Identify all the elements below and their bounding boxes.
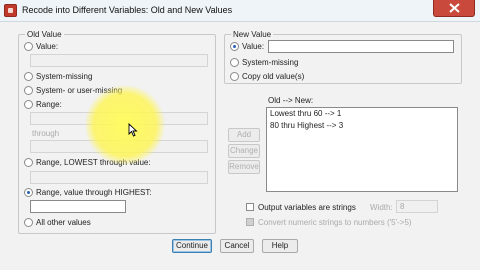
remove-button[interactable]: Remove — [228, 160, 260, 174]
title-bar: Recode into Different Variables: Old and… — [0, 0, 480, 22]
window-title: Recode into Different Variables: Old and… — [22, 5, 233, 15]
spss-app-icon — [4, 4, 17, 17]
copy-old-value-radio[interactable] — [230, 72, 239, 81]
new-value-legend: New Value — [231, 30, 274, 39]
new-system-missing-radio[interactable] — [230, 58, 239, 67]
old-new-list-label: Old --> New: — [268, 96, 314, 105]
output-strings-option[interactable]: Output variables are strings — [246, 202, 356, 213]
width-value: 8 — [400, 202, 405, 211]
output-strings-checkbox[interactable] — [246, 203, 254, 211]
close-button[interactable] — [433, 0, 475, 17]
range-lowest-input[interactable] — [30, 171, 208, 184]
copy-old-value-option[interactable]: Copy old value(s) — [230, 71, 304, 82]
help-button[interactable]: Help — [262, 239, 298, 253]
range-highest-input[interactable] — [30, 200, 126, 213]
cancel-button[interactable]: Cancel — [220, 239, 254, 253]
old-value-legend: Old Value — [25, 30, 64, 39]
new-system-missing-option[interactable]: System-missing — [230, 57, 298, 68]
old-system-user-missing-radio[interactable] — [24, 86, 33, 95]
mouse-pointer-icon — [128, 123, 138, 137]
old-all-other-option[interactable]: All other values — [24, 217, 91, 228]
new-value-radio[interactable] — [230, 42, 239, 51]
old-new-list[interactable]: Lowest thru 60 --> 1 80 thru Highest -->… — [266, 107, 458, 192]
list-item[interactable]: 80 thru Highest --> 3 — [267, 120, 457, 132]
old-value-option[interactable]: Value: — [24, 41, 58, 52]
through-label: through — [32, 129, 60, 138]
convert-numeric-checkbox[interactable] — [246, 218, 254, 226]
change-button[interactable]: Change — [228, 144, 260, 158]
old-range-lowest-radio[interactable] — [24, 158, 33, 167]
close-icon — [449, 3, 460, 13]
old-range-highest-radio[interactable] — [24, 188, 33, 197]
convert-numeric-option[interactable]: Convert numeric strings to numbers ('5'-… — [246, 217, 412, 228]
cursor-highlight — [85, 85, 165, 165]
new-value-input[interactable] — [268, 40, 454, 53]
old-system-missing-radio[interactable] — [24, 72, 33, 81]
add-button[interactable]: Add — [228, 128, 260, 142]
old-value-input[interactable] — [30, 54, 208, 67]
old-range-highest-option[interactable]: Range, value through HIGHEST: — [24, 187, 152, 198]
old-value-radio[interactable] — [24, 42, 33, 51]
new-value-option[interactable]: Value: — [230, 41, 264, 52]
old-all-other-radio[interactable] — [24, 218, 33, 227]
old-range-radio[interactable] — [24, 100, 33, 109]
continue-button[interactable]: Continue — [172, 239, 212, 253]
width-input[interactable]: 8 — [396, 200, 438, 213]
width-label: Width: — [370, 203, 393, 212]
old-system-missing-option[interactable]: System-missing — [24, 71, 92, 82]
list-item[interactable]: Lowest thru 60 --> 1 — [267, 108, 457, 120]
old-range-option[interactable]: Range: — [24, 99, 62, 110]
